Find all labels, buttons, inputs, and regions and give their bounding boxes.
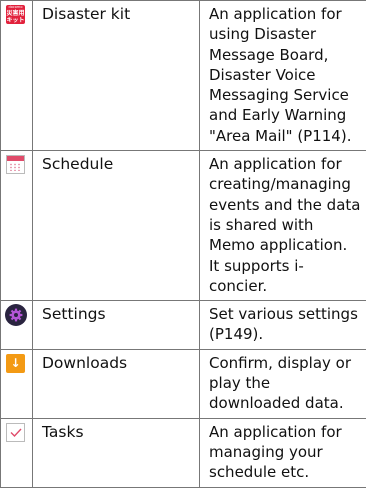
calendar-icon (6, 155, 25, 174)
app-description: An application for managing your schedul… (200, 419, 366, 487)
app-description: An application for using Disaster Messag… (200, 1, 366, 150)
gear-icon (5, 304, 27, 326)
table-row: docomo 災害用キット Disaster kit An applicatio… (1, 1, 366, 151)
icon-cell (1, 418, 33, 487)
checkbox-icon (6, 423, 25, 442)
app-name: Downloads (33, 350, 199, 373)
table-row: Tasks An application for managing your s… (1, 418, 366, 487)
app-name: Tasks (33, 419, 199, 442)
disaster-kit-icon: docomo 災害用キット (6, 5, 25, 24)
icon-cell: ↓ (1, 349, 33, 418)
icon-cell (1, 151, 33, 301)
app-table: docomo 災害用キット Disaster kit An applicatio… (0, 0, 366, 488)
app-name: Schedule (33, 151, 199, 174)
download-icon: ↓ (6, 354, 25, 373)
table-row: ↓ Downloads Confirm, display or play the… (1, 349, 366, 418)
app-name: Settings (33, 301, 199, 324)
table-row: Schedule An application for creating/man… (1, 151, 366, 301)
app-name: Disaster kit (33, 1, 199, 24)
app-description: An application for creating/managing eve… (200, 151, 366, 300)
disaster-kit-icon-kanji: 災害用キット (6, 10, 25, 24)
icon-cell: docomo 災害用キット (1, 1, 33, 151)
table-row: Settings Set various settings (P149). (1, 301, 366, 350)
icon-cell (1, 301, 33, 350)
app-description: Set various settings (P149). (200, 301, 366, 349)
app-description: Confirm, display or play the downloaded … (200, 350, 366, 418)
